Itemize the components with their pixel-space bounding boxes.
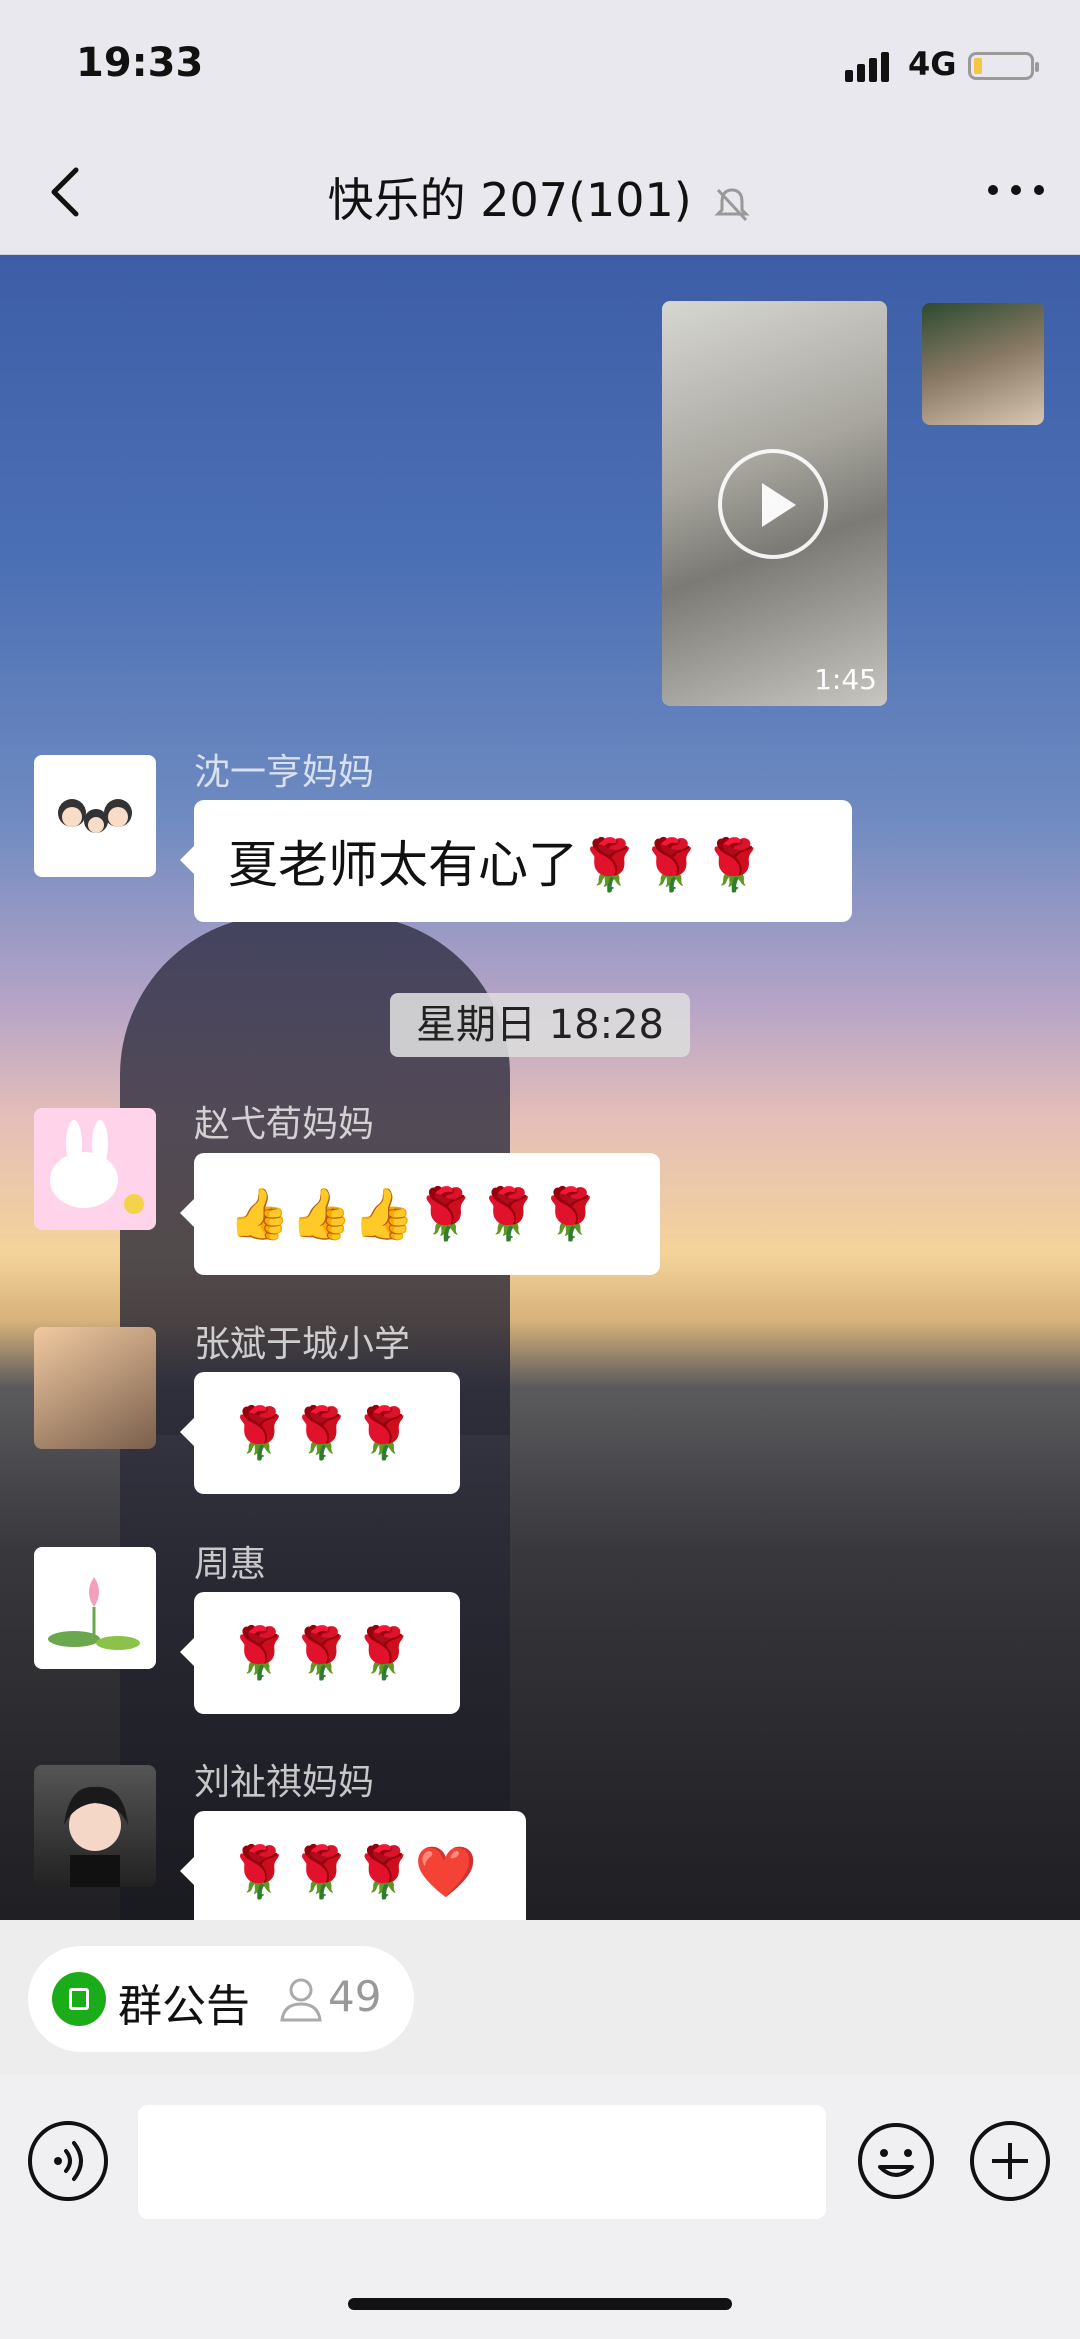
notice-label: 群公告 [118, 1981, 250, 2032]
group-notice-pill[interactable]: 群公告 49 [28, 1946, 414, 2052]
play-icon[interactable] [718, 449, 828, 559]
message-bubble[interactable]: 🌹🌹🌹 [180, 1372, 460, 1494]
chat-title: 快乐的 207(101) [0, 164, 1080, 230]
message-bubble[interactable]: 🌹🌹🌹 [180, 1592, 460, 1714]
more-options-icon[interactable] [986, 175, 1046, 205]
chat-title-text: 快乐的 207(101) [327, 173, 692, 227]
sender-name: 赵弋荀妈妈 [194, 1104, 375, 1145]
mute-bell-icon [714, 187, 750, 221]
battery-icon [968, 52, 1039, 80]
sender-name: 刘祉祺妈妈 [194, 1762, 375, 1803]
add-more-icon[interactable] [970, 2121, 1050, 2201]
person-icon [280, 1978, 322, 2022]
avatar[interactable] [34, 1108, 156, 1230]
bunny-avatar-icon [50, 1120, 144, 1214]
nav-bar: 快乐的 207(101) [0, 130, 1080, 255]
avatar[interactable] [34, 1765, 156, 1887]
video-duration: 1:45 [814, 663, 877, 696]
avatar[interactable] [34, 1547, 156, 1669]
background-sea [0, 1435, 1080, 1920]
avatar[interactable] [34, 1327, 156, 1449]
emoji-icon[interactable] [856, 2121, 936, 2201]
sender-name: 沈一亨妈妈 [194, 752, 375, 793]
notice-icon [52, 1972, 106, 2026]
message-input[interactable] [138, 2105, 826, 2219]
message-bubble[interactable]: 夏老师太有心了🌹🌹🌹 [180, 800, 852, 922]
status-time: 19:33 [76, 40, 204, 86]
family-avatar-icon [58, 799, 132, 833]
sender-name: 张斌于城小学 [194, 1324, 411, 1365]
sender-name: 周惠 [194, 1544, 267, 1585]
video-message[interactable]: 1:45 [662, 301, 887, 706]
my-avatar[interactable] [922, 303, 1044, 425]
network-label: 4G [908, 45, 957, 83]
message-bubble[interactable]: 👍👍👍🌹🌹🌹 [180, 1153, 660, 1275]
status-bar: 19:33 4G [0, 0, 1080, 130]
home-indicator [348, 2298, 732, 2310]
portrait-avatar-icon [64, 1786, 128, 1887]
message-bubble[interactable]: 🌹🌹🌹❤️ [180, 1811, 526, 1920]
chat-area[interactable]: 1:45 沈一亨妈妈 夏老师太有心了🌹🌹🌹 星期日 18:28 赵弋荀妈妈 👍👍… [0, 255, 1080, 1920]
member-count: 49 [328, 1972, 382, 2021]
lotus-avatar-icon [48, 1577, 140, 1650]
chat-timestamp: 星期日 18:28 [390, 993, 690, 1057]
sound-waves-icon [54, 2141, 83, 2181]
avatar[interactable] [34, 755, 156, 877]
voice-input-icon[interactable] [28, 2121, 108, 2201]
